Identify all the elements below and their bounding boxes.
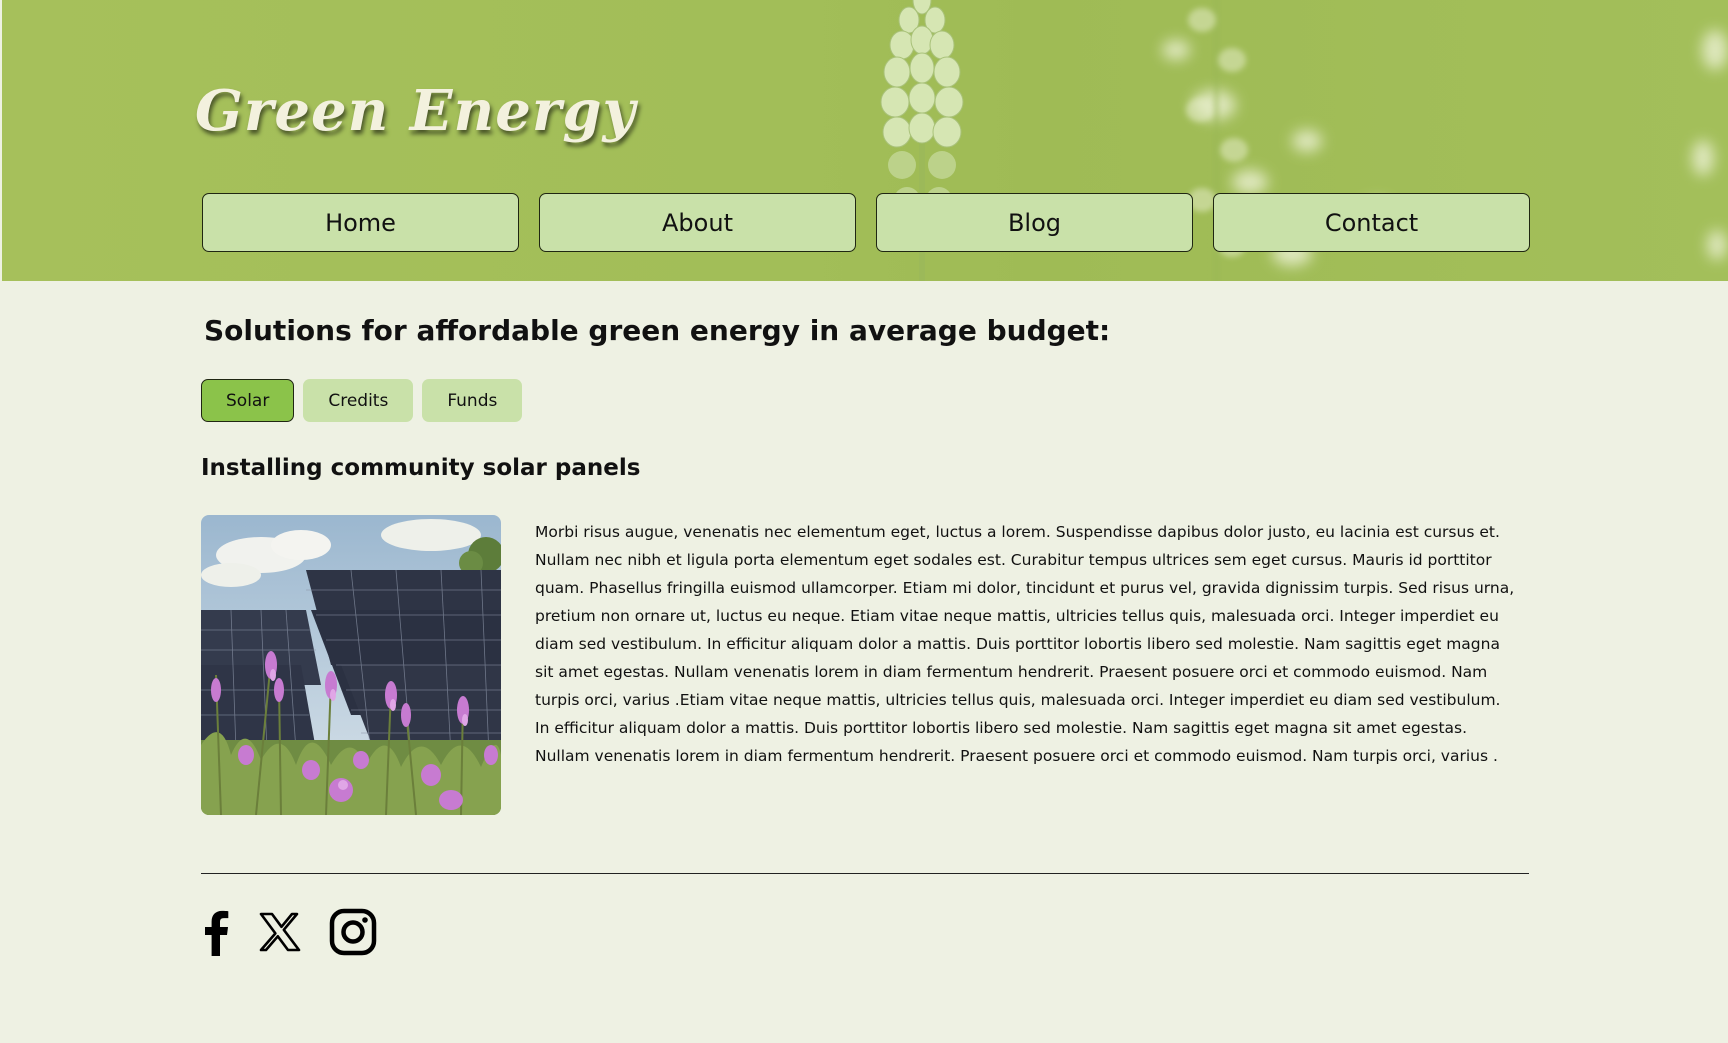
bokeh-decoration: [1707, 230, 1727, 260]
bokeh-decoration: [1692, 140, 1714, 176]
tab-funds[interactable]: Funds: [422, 379, 523, 422]
facebook-icon[interactable]: [201, 908, 231, 956]
nav-contact-button[interactable]: Contact: [1213, 193, 1530, 252]
hero-banner: Green Energy Home About Blog Contact: [2, 0, 1728, 281]
bokeh-decoration: [1702, 30, 1728, 70]
solar-panels-illustration: [201, 515, 501, 815]
article-body: Morbi risus augue, venenatis nec element…: [535, 523, 1515, 765]
main-nav: Home About Blog Contact: [202, 193, 1530, 252]
nav-about-button[interactable]: About: [539, 193, 856, 252]
tab-credits[interactable]: Credits: [303, 379, 414, 422]
x-icon[interactable]: [259, 911, 301, 953]
site-title: Green Energy: [195, 78, 637, 144]
tab-solar[interactable]: Solar: [201, 379, 295, 422]
section-title: Installing community solar panels: [201, 455, 641, 481]
footer-divider: [201, 873, 1529, 874]
solution-tabs: Solar Credits Funds: [201, 379, 523, 422]
solar-panels-image: [201, 515, 501, 815]
page-heading: Solutions for affordable green energy in…: [204, 314, 1111, 347]
nav-blog-button[interactable]: Blog: [876, 193, 1193, 252]
bokeh-decoration: [1292, 130, 1322, 152]
social-links: [201, 908, 377, 956]
nav-home-button[interactable]: Home: [202, 193, 519, 252]
instagram-icon[interactable]: [329, 908, 377, 956]
